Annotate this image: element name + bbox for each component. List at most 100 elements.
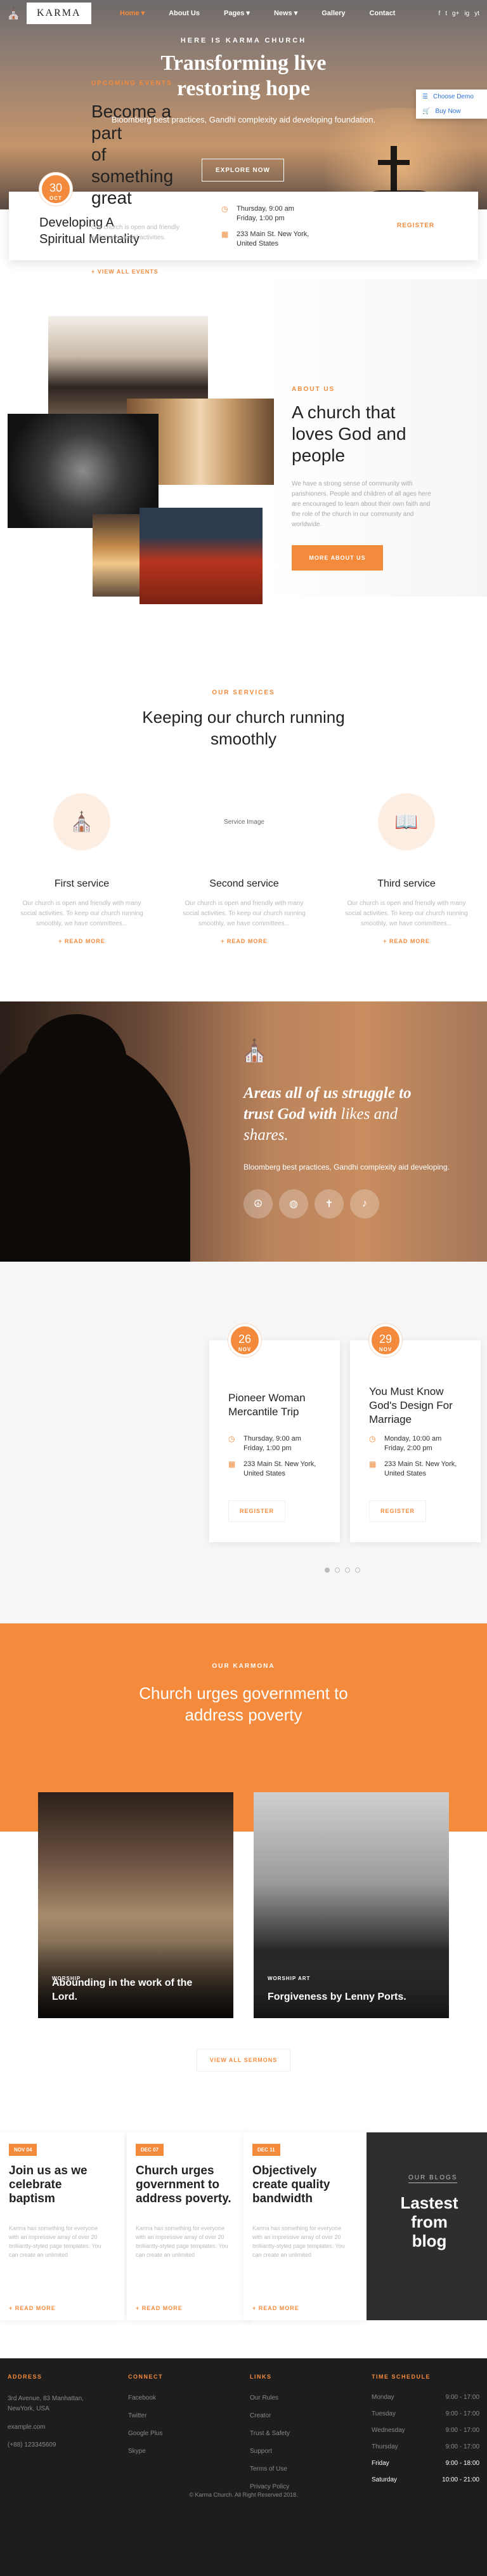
view-all-sermons-button[interactable]: VIEW ALL SERMONS [197,2049,290,2071]
bible-icon[interactable]: ✝ [315,1189,344,1219]
calendar-icon: ▦ [221,230,229,239]
clock-icon: ◷ [369,1434,376,1443]
view-all-events-link[interactable]: + VIEW ALL EVENTS [91,268,186,275]
top-navigation: ⛪ KARMA Home ▾ About Us Pages ▾ News ▾ Gall… [0,0,487,28]
blog-date-tag: DEC 07 [136,2144,164,2156]
footer-link[interactable]: Twitter [128,2412,163,2421]
footer-phone: (+88) 123345609 [8,2441,56,2448]
about-kicker: ABOUT US [292,386,335,393]
sermon-card[interactable]: WORSHIP Abounding in the work of the Lor… [38,1792,233,2018]
event-title[interactable]: Pioneer Woman Mercantile Trip [228,1391,330,1419]
read-more-link[interactable]: + READ MORE [340,938,473,944]
about-description: We have a strong sense of community with… [292,480,431,528]
menu-item-pages[interactable]: Pages ▾ [212,9,262,18]
footer-link[interactable]: Trust & Safety [250,2429,290,2438]
menu-item-gallery[interactable]: Gallery [309,9,357,17]
blog-excerpt: Karma has something for everyone with an… [136,2225,228,2258]
footer-link[interactable]: Google Plus [128,2429,163,2438]
church-icon: ⛪ [241,1039,268,1063]
service-title[interactable]: Third service [340,878,473,890]
sermon-title[interactable]: Abounding in the work of the Lord. [52,1976,217,2004]
footer-link[interactable]: Skype [128,2447,163,2456]
blog-title[interactable]: Objectively create quality bandwidth [252,2164,354,2206]
dove-icon[interactable]: ☮ [244,1189,273,1219]
sermon-category: WORSHIP ART [268,1976,311,1981]
service-title[interactable]: First service [15,878,148,890]
read-more-link[interactable]: + READ MORE [252,2305,299,2311]
more-about-us-button[interactable]: MORE ABOUT US [292,545,383,571]
footer-link[interactable]: Facebook [128,2394,163,2403]
about-photo-priest [140,508,263,604]
church-icon: ⛪ [53,793,110,850]
instagram-icon[interactable]: ig [464,10,469,17]
church-logo-icon: ⛪ [6,7,21,20]
service-image: Service Image [224,818,264,826]
footer-link[interactable]: Our Rules [250,2394,290,2403]
event-info: ◷ Thursday, 9:00 am Friday, 1:00 pm ▦ 233 M… [221,204,309,248]
footer-link[interactable]: Privacy Policy [250,2483,290,2492]
featured-event-card: 30 OCT Developing A Spiritual Mentality … [9,173,478,260]
service-text: Our church is open and friendly with man… [20,900,143,927]
register-button[interactable]: REGISTER [369,1500,426,1522]
carousel-dot[interactable] [325,1568,330,1573]
choose-demo-link[interactable]: ☰ Choose Demo [416,89,487,104]
event-card: 29 NOV You Must Know God's Design For Ma… [350,1324,481,1542]
register-button[interactable]: REGISTER [397,222,434,229]
cart-icon: 🛒 [422,108,431,115]
blog-title[interactable]: Church urges government to address pover… [136,2164,237,2206]
footer-address: ADDRESS 3rd Avenue, 83 Manhattan, NewYork… [8,2374,84,2448]
service-text: Our church is open and friendly with man… [183,900,306,927]
event-date-badge: 30 OCT [39,173,72,206]
footer-link[interactable]: Creator [250,2412,290,2421]
carousel-dot[interactable] [355,1568,360,1573]
event-info: ◷ Monday, 10:00 am Friday, 2:00 pm ▦ 233 Ma… [369,1434,457,1477]
read-more-link[interactable]: + READ MORE [136,2305,183,2311]
youtube-icon[interactable]: yt [474,10,479,17]
buy-now-link[interactable]: 🛒 Buy Now [416,104,487,119]
blog-excerpt: Karma has something for everyone with an… [252,2225,345,2258]
event-title[interactable]: You Must Know God's Design For Marriage [369,1385,471,1427]
services-title: Keeping our church running smoothly [142,708,345,748]
carousel-dot[interactable] [335,1568,340,1573]
calendar-icon: ▦ [369,1460,377,1469]
read-more-link[interactable]: + READ MORE [9,2305,56,2311]
service-title[interactable]: Second service [178,878,311,890]
footer-email[interactable]: example.com [8,2423,84,2432]
chevron-down-icon: ▾ [294,10,298,17]
footer-schedule: TIME SCHEDULE Monday 9:00 - 17:00 Tuesday… [372,2374,479,2483]
sermon-title[interactable]: Forgiveness by Lenny Ports. [268,1990,432,2004]
menu-item-about-us[interactable]: About Us [157,9,212,17]
music-icon[interactable]: ♪ [350,1189,379,1219]
quote-icon-row: ☮ ◍ ✝ ♪ [244,1189,379,1219]
footer-link[interactable]: Support [250,2447,290,2456]
register-button[interactable]: REGISTER [228,1500,285,1522]
google-plus-icon[interactable]: g+ [452,10,459,17]
blog-date-tag: NOV 04 [9,2144,37,2156]
twitter-icon[interactable]: t [445,10,447,17]
menu-item-home[interactable]: Home ▾ [108,9,157,18]
read-more-link[interactable]: + READ MORE [178,938,311,944]
service-card: 📖 Third service Our church is open and f… [340,793,473,944]
demo-panel: ☰ Choose Demo 🛒 Buy Now [416,89,487,119]
read-more-link[interactable]: + READ MORE [15,938,148,944]
logo-text: KARMA [27,3,91,24]
social-links: f t g+ ig yt [438,10,479,17]
footer-link[interactable]: Terms of Use [250,2465,290,2474]
blog-kicker: OUR BLOGS [408,2174,458,2183]
facebook-icon[interactable]: f [438,10,440,17]
logo[interactable]: ⛪ KARMA [6,3,91,24]
chevron-down-icon: ▾ [246,10,250,17]
event-date-badge: 26 NOV [228,1324,261,1357]
explore-now-button[interactable]: EXPLORE NOW [202,159,284,182]
blog-title[interactable]: Join us as we celebrate baptism [9,2164,110,2206]
about-title: A church that loves God and people [292,402,406,465]
carousel-dot[interactable] [345,1568,350,1573]
menu-item-news[interactable]: News ▾ [262,9,309,18]
blog-date-tag: DEC 11 [252,2144,280,2156]
globe-icon[interactable]: ◍ [279,1189,308,1219]
upcoming-intro: UPCOMING EVENTS Become a part of somethi… [91,80,186,275]
menu-item-contact[interactable]: Contact [358,9,408,17]
sermons-header: OUR KARMONA Church urges government to a… [0,1663,487,1726]
sermon-card[interactable]: WORSHIP ART Forgiveness by Lenny Ports. [254,1792,449,2018]
hero-kicker: HERE IS KARMA CHURCH [180,37,307,44]
